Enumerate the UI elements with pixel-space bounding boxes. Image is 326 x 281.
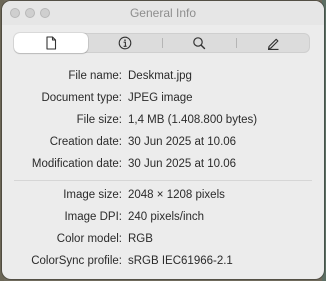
info-label: Image size: xyxy=(63,189,122,201)
info-label: Color model: xyxy=(56,233,122,245)
info-row-image-dpi: Image DPI: 240 pixels/inch xyxy=(2,211,324,227)
info-label: Creation date: xyxy=(49,136,122,148)
tab-more-info[interactable] xyxy=(88,33,162,53)
search-icon xyxy=(192,36,206,50)
info-row-colorsync-profile: ColorSync profile: sRGB IEC61966-2.1 xyxy=(2,255,324,271)
info-row-file-name: File name: Deskmat.jpg xyxy=(2,70,324,86)
info-value[interactable]: sRGB IEC61966-2.1 xyxy=(128,255,233,267)
info-row-file-size: File size: 1,4 MB (1.408.800 bytes) xyxy=(2,114,324,130)
info-value[interactable]: 30 Jun 2025 at 10.06 xyxy=(128,158,236,170)
info-label: Image DPI: xyxy=(64,211,122,223)
info-label: File name: xyxy=(68,70,122,82)
tab-separator xyxy=(162,38,163,48)
info-value[interactable]: 2048 × 1208 pixels xyxy=(128,189,225,201)
info-row-modification-date: Modification date: 30 Jun 2025 at 10.06 xyxy=(2,158,324,174)
info-value[interactable]: RGB xyxy=(128,233,153,245)
info-label: Modification date: xyxy=(31,158,122,170)
title-bar[interactable]: General Info xyxy=(2,1,324,25)
general-info-window: General Info File name: Deskmat.jpg Docu… xyxy=(2,1,324,279)
info-icon xyxy=(118,36,132,50)
info-row-color-model: Color model: RGB xyxy=(2,233,324,249)
tab-general-info[interactable] xyxy=(14,33,88,53)
section-divider xyxy=(14,180,312,181)
info-row-document-type: Document type: JPEG image xyxy=(2,92,324,108)
info-value[interactable]: 1,4 MB (1.408.800 bytes) xyxy=(128,114,257,126)
info-row-creation-date: Creation date: 30 Jun 2025 at 10.06 xyxy=(2,136,324,152)
window-title: General Info xyxy=(129,6,197,20)
info-value[interactable]: JPEG image xyxy=(128,92,193,104)
tab-annotations[interactable] xyxy=(236,33,310,53)
pencil-icon xyxy=(266,36,280,50)
info-row-image-size: Image size: 2048 × 1208 pixels xyxy=(2,189,324,205)
info-value[interactable]: 240 pixels/inch xyxy=(128,211,204,223)
info-label: File size: xyxy=(76,114,122,126)
tab-separator xyxy=(236,38,237,48)
info-value[interactable]: 30 Jun 2025 at 10.06 xyxy=(128,136,236,148)
inspector-tab-bar xyxy=(14,33,310,53)
tab-keywords[interactable] xyxy=(162,33,236,53)
info-value[interactable]: Deskmat.jpg xyxy=(128,70,192,82)
info-label: ColorSync profile: xyxy=(31,255,122,267)
document-icon xyxy=(45,36,57,50)
info-label: Document type: xyxy=(41,92,122,104)
